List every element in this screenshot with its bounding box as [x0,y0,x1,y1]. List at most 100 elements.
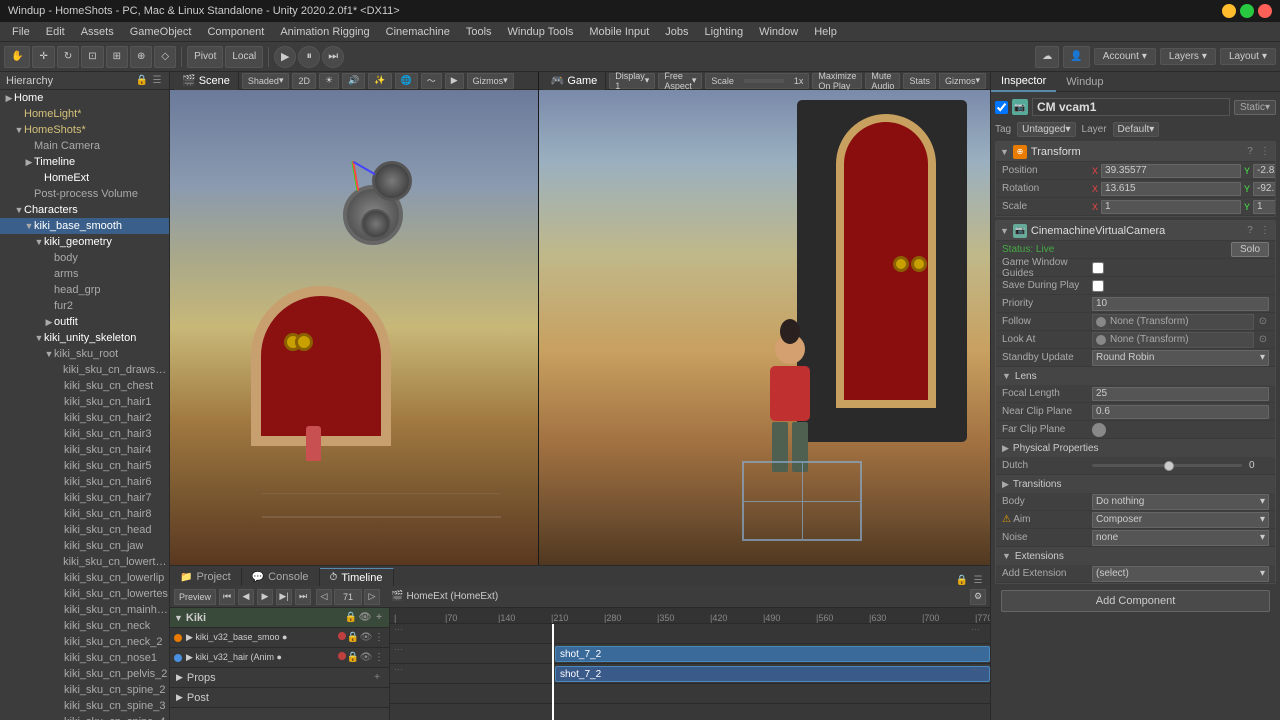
inspector-tab-inspector[interactable]: Inspector [991,72,1056,92]
toolbar-move-tool[interactable]: ✛ [32,46,54,68]
hierarchy-item-15[interactable]: ▼ kiki_unity_skeleton [0,330,169,346]
cinemachine-menu-btn[interactable]: ⋮ [1259,225,1271,237]
hierarchy-item-19[interactable]: kiki_sku_cn_hair1 [0,394,169,410]
bottom-menu-icon[interactable]: ☰ [972,574,984,586]
body-dropdown[interactable]: Do nothing ▾ [1092,494,1269,510]
menu-component[interactable]: Component [199,22,272,42]
tl-end-btn[interactable]: ⏭ [295,589,311,605]
track-1-lock-btn[interactable]: 🔒 [347,632,359,644]
track-2-rec-btn[interactable] [338,652,346,660]
track-1-rec-btn[interactable] [338,632,346,640]
focal-length-field[interactable] [1092,387,1269,401]
hierarchy-item-4[interactable]: ▶ Timeline [0,154,169,170]
maximize-button[interactable] [1240,4,1254,18]
tl-next-btn[interactable]: ▶| [276,589,292,605]
kiki-add-btn[interactable]: + [373,612,385,624]
play-button[interactable]: ▶ [274,46,296,68]
cloud-icon[interactable]: ☁ [1035,46,1059,68]
toolbar-rect-tool[interactable]: ⊞ [106,46,128,68]
account-button[interactable]: Account▾ [1094,48,1156,65]
menu-cinemachine[interactable]: Cinemachine [378,22,458,42]
look-at-picker-btn[interactable]: ⊙ [1257,334,1269,346]
maximize-on-play-btn[interactable]: Maximize On Play [812,73,862,89]
hierarchy-item-22[interactable]: kiki_sku_cn_hair4 [0,442,169,458]
track-2-menu-btn[interactable]: ⋮ [373,652,385,664]
scale-x-field[interactable] [1101,200,1241,214]
game-gizmos-btn[interactable]: Gizmos▾ [939,73,986,89]
hierarchy-item-12[interactable]: head_grp [0,282,169,298]
pos-y-field[interactable] [1253,164,1276,178]
menu-file[interactable]: File [4,22,38,42]
hierarchy-item-39[interactable]: kiki_sku_cn_spine_4 [0,714,169,720]
static-badge[interactable]: Static▾ [1234,100,1276,115]
hierarchy-item-32[interactable]: kiki_sku_cn_mainhair [0,602,169,618]
follow-picker-btn[interactable]: ⊙ [1257,316,1269,328]
hierarchy-item-24[interactable]: kiki_sku_cn_hair6 [0,474,169,490]
display-btn[interactable]: Display 1▾ [609,73,655,89]
inspector-tab-windup[interactable]: Windup [1056,72,1113,92]
stats-btn[interactable]: Stats [903,73,936,89]
tl-frame-back-btn[interactable]: ◁ [316,589,332,605]
menu-window[interactable]: Window [751,22,806,42]
hierarchy-item-29[interactable]: kiki_sku_cn_lowerthei... [0,554,169,570]
hierarchy-item-33[interactable]: kiki_sku_cn_neck [0,618,169,634]
hierarchy-item-36[interactable]: kiki_sku_cn_pelvis_2 [0,666,169,682]
standby-dropdown[interactable]: Round Robin ▾ [1092,350,1269,366]
track-2-clips[interactable]: shot_7_2 ··· ··· [390,664,990,684]
hierarchy-menu-icon[interactable]: ☰ [151,75,163,87]
collab-icon[interactable]: 👤 [1063,46,1089,68]
solo-button[interactable]: Solo [1231,242,1269,257]
aspect-btn[interactable]: Free Aspect▾ [658,73,702,89]
obj-active-checkbox[interactable] [995,101,1008,114]
props-header[interactable]: ▶ Props + [170,668,389,688]
minimize-button[interactable] [1222,4,1236,18]
bottom-lock-icon[interactable]: 🔒 [956,574,968,586]
add-component-button[interactable]: Add Component [1001,590,1270,612]
clip-1[interactable]: shot_7_2 [555,646,990,662]
transitions-header[interactable]: ▶ Transitions [996,475,1275,493]
gizmos-btn[interactable]: Gizmos▾ [467,73,514,89]
add-extension-dropdown[interactable]: (select) ▾ [1092,566,1269,582]
kiki-eye-btn[interactable]: 👁 [359,612,371,624]
rot-y-field[interactable] [1253,182,1276,196]
transform-header[interactable]: ▼ ⊕ Transform ? ⋮ [996,142,1275,162]
menu-edit[interactable]: Edit [38,22,73,42]
menu-mobile-input[interactable]: Mobile Input [581,22,657,42]
menu-tools[interactable]: Tools [458,22,500,42]
hierarchy-lock-icon[interactable]: 🔒 [136,75,148,87]
hierarchy-item-0[interactable]: ▶ Home [0,90,169,106]
local-button[interactable]: Local [225,46,263,68]
tl-settings-btn[interactable]: ⚙ [970,589,986,605]
tl-play-btn[interactable]: ▶ [257,589,273,605]
mute-audio-btn[interactable]: Mute Audio [865,73,900,89]
follow-ref[interactable]: None (Transform) [1092,314,1254,330]
toolbar-scale-tool[interactable]: ⊡ [81,46,103,68]
menu-gameobject[interactable]: GameObject [122,22,200,42]
menu-assets[interactable]: Assets [73,22,122,42]
game-view-content[interactable] [539,90,990,565]
physical-props-header[interactable]: ▶ Physical Properties [996,439,1275,457]
priority-field[interactable] [1092,297,1269,311]
menu-help[interactable]: Help [806,22,845,42]
gwg-checkbox[interactable] [1092,262,1104,274]
hierarchy-item-8[interactable]: ▼ kiki_base_smooth [0,218,169,234]
tl-frame-fwd-btn[interactable]: ▷ [364,589,380,605]
hierarchy-item-35[interactable]: kiki_sku_cn_nose1 [0,650,169,666]
scene-light-btn[interactable]: ☀ [319,73,339,89]
clip-2[interactable]: shot_7_2 [555,666,990,682]
scene-view-content[interactable] [170,90,538,565]
kiki-lock-btn[interactable]: 🔒 [345,612,357,624]
scene-audio-btn[interactable]: 🔊 [342,73,365,89]
toolbar-rotate-tool[interactable]: ↻ [57,46,79,68]
tl-frame-counter[interactable]: 71 [334,589,362,605]
toolbar-hand-tool[interactable]: ✋ [4,46,30,68]
menu-windup-tools[interactable]: Windup Tools [500,22,582,42]
toolbar-custom-tool[interactable]: ◇ [154,46,176,68]
look-at-ref[interactable]: None (Transform) [1092,332,1254,348]
layers-button[interactable]: Layers▾ [1160,48,1216,65]
far-clip-toggle[interactable] [1092,423,1106,437]
hierarchy-item-27[interactable]: kiki_sku_cn_head [0,522,169,538]
hierarchy-item-28[interactable]: kiki_sku_cn_jaw [0,538,169,554]
hierarchy-item-14[interactable]: ▶ outfit [0,314,169,330]
hierarchy-item-9[interactable]: ▼ kiki_geometry [0,234,169,250]
